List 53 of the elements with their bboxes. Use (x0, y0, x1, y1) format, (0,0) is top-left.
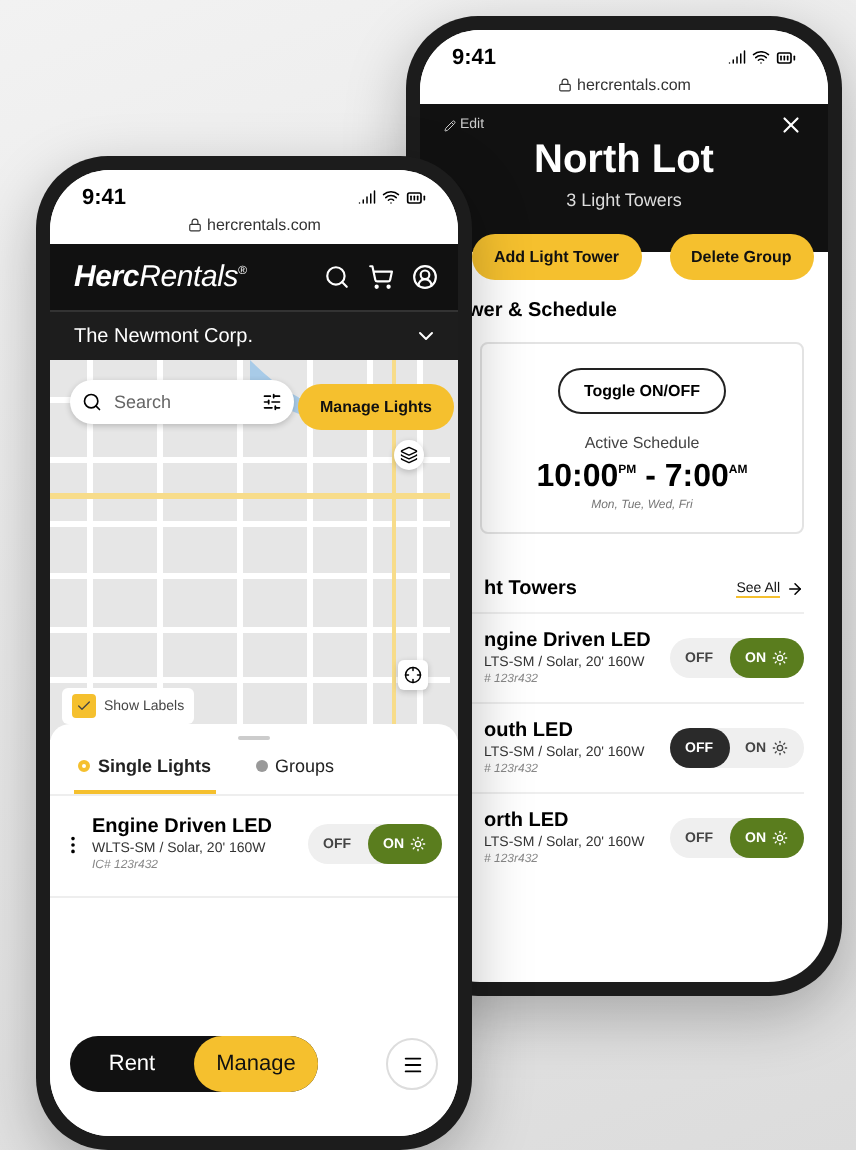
mode-option[interactable]: Rent (70, 1036, 194, 1092)
pencil-icon (444, 119, 456, 131)
signal-icon (728, 48, 746, 66)
brand-logo[interactable]: HercRentals$^{®}$ (74, 260, 247, 294)
tab[interactable]: Single Lights (74, 756, 216, 794)
wifi-icon (382, 188, 400, 206)
lock-icon (557, 78, 572, 92)
light-name: ngine Driven LED (484, 630, 651, 652)
menu-button[interactable] (386, 1038, 438, 1090)
light-name: Engine Driven LED (92, 816, 275, 838)
schedule-label: Active Schedule (584, 434, 700, 452)
url-text: hercrentals.com (207, 216, 321, 234)
checkbox[interactable] (72, 694, 96, 718)
action-button[interactable]: Delete Group (669, 234, 814, 280)
group-title: North Lot (532, 138, 716, 184)
sun-icon (772, 830, 788, 846)
company-name: The Newmont Corp. (74, 325, 253, 347)
check-icon (76, 698, 92, 714)
close-icon[interactable] (778, 112, 804, 138)
manage-lights-button[interactable]: Manage Lights (298, 384, 455, 430)
mode-option[interactable]: Manage (194, 1036, 318, 1092)
section-heading: ht Towers (484, 578, 577, 600)
search-field[interactable]: Search (110, 390, 254, 414)
search-bar[interactable]: Search (70, 380, 294, 424)
status-time: 9:41 (82, 186, 127, 210)
schedule-time: 10:00$^{PM}$ - 7:00$^{AM}$ (536, 460, 748, 496)
action-button[interactable]: Add Light Tower (472, 234, 642, 280)
sun-icon (410, 836, 426, 852)
locate-button[interactable] (398, 660, 428, 690)
filter-icon[interactable] (262, 392, 282, 412)
light-name: outh LED (484, 720, 575, 742)
tab[interactable]: Groups (251, 756, 339, 794)
menu-icon (401, 1053, 423, 1075)
layers-icon (400, 446, 418, 464)
url-text: hercrentals.com (577, 76, 691, 94)
status-time: 9:41 (452, 46, 497, 70)
sun-icon (772, 650, 788, 666)
search-icon[interactable] (324, 264, 350, 290)
arrow-icon (786, 580, 804, 598)
battery-icon (406, 188, 426, 208)
lock-icon (187, 218, 202, 232)
toggle-button[interactable]: Toggle ON/OFF (557, 368, 727, 414)
sun-icon (772, 740, 788, 756)
signal-icon (358, 188, 376, 206)
cart-icon[interactable] (368, 264, 394, 290)
wifi-icon (752, 48, 770, 66)
light-name: orth LED (484, 810, 571, 832)
user-icon[interactable] (412, 264, 438, 290)
layers-button[interactable] (394, 440, 424, 470)
group-subtitle: 3 Light Towers (564, 190, 684, 210)
locate-icon (404, 666, 422, 684)
search-icon (82, 392, 102, 412)
battery-icon (776, 48, 796, 68)
